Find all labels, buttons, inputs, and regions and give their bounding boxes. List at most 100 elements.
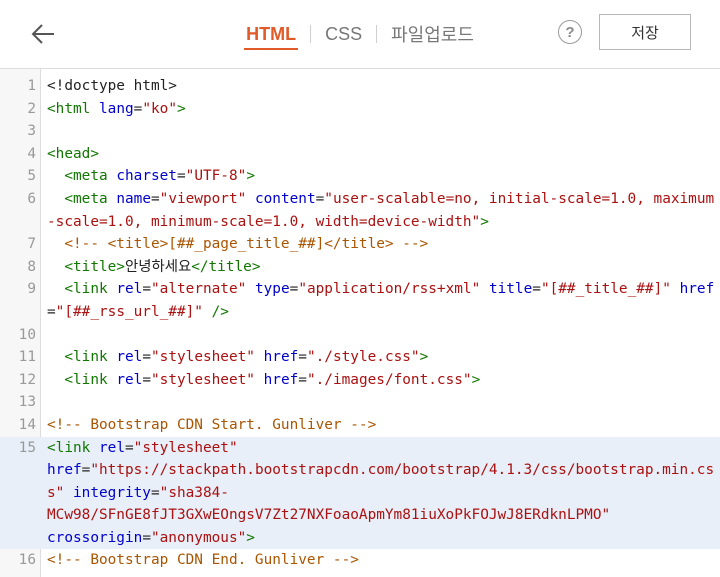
code-token: lang — [99, 100, 134, 117]
code-line[interactable]: 4 <head> — [0, 143, 720, 166]
code-token: = — [532, 281, 541, 298]
code-line[interactable]: 16 <!-- Bootstrap CDN End. Gunliver --> — [0, 549, 720, 572]
line-number: 2 — [27, 100, 36, 117]
line-code: <link rel="stylesheet" href="./images/fo… — [40, 369, 720, 392]
code-line[interactable]: 3​ — [0, 120, 720, 143]
code-token: = — [142, 349, 151, 366]
code-token: = — [315, 190, 325, 207]
code-token: <link — [64, 349, 108, 366]
help-icon[interactable]: ? — [558, 20, 582, 44]
code-token: /> — [211, 303, 229, 320]
code-token: type — [254, 281, 290, 298]
code-token: "viewport" — [159, 190, 247, 207]
line-number: 5 — [27, 168, 36, 185]
code-token: <!-- <title>[##_page_title_##]</title> -… — [64, 236, 429, 253]
tab-divider — [310, 25, 312, 43]
code-line[interactable]: 9 <link rel="alternate" type="applicatio… — [0, 278, 720, 323]
line-code: <meta name="viewport" content="user-scal… — [40, 188, 720, 233]
code-token: > — [471, 371, 481, 388]
code-line[interactable]: 2 <html lang="ko"> — [0, 98, 720, 121]
save-button[interactable]: 저장 — [599, 14, 691, 50]
code-token: = — [150, 190, 160, 207]
tab-html[interactable]: HTML — [244, 0, 299, 68]
code-token: "anonymous" — [150, 529, 247, 546]
code-line[interactable]: 5 <meta charset="UTF-8"> — [0, 165, 720, 188]
line-number: 12 — [18, 371, 36, 388]
code-line[interactable]: 14 <!-- Bootstrap CDN Start. Gunliver --> — [0, 414, 720, 437]
code-token: = — [142, 529, 151, 546]
line-code: <!-- Bootstrap CDN End. Gunliver --> — [40, 549, 720, 572]
code-line[interactable]: 6 <meta name="viewport" content="user-sc… — [0, 188, 720, 233]
line-code: <meta charset="UTF-8"> — [40, 165, 720, 188]
code-line[interactable]: 10​ — [0, 324, 720, 347]
line-number: 3 — [27, 123, 36, 140]
code-lines: 1<!doctype html>2<html lang="ko">3​4<hea… — [0, 75, 720, 572]
top-bar: HTML CSS 파일업로드 ? 저장 — [0, 0, 720, 69]
code-token: > — [246, 529, 255, 546]
code-token: "alternate" — [151, 281, 247, 298]
line-number: 9 — [27, 281, 36, 298]
code-token: charset — [116, 168, 177, 185]
code-token: href — [679, 281, 715, 298]
code-token: <link — [64, 281, 108, 298]
line-code: <html lang="ko"> — [40, 98, 720, 121]
line-number: 11 — [18, 349, 36, 366]
code-token: = — [176, 168, 186, 185]
code-line[interactable]: 8 <title>안녕하세요</title> — [0, 256, 720, 279]
code-token: </title> — [191, 258, 261, 275]
line-code: <!-- Bootstrap CDN Start. Gunliver --> — [40, 414, 720, 437]
code-token: 안녕하세요 — [124, 258, 192, 275]
code-editor[interactable]: 1<!doctype html>2<html lang="ko">3​4<hea… — [0, 69, 720, 577]
code-line[interactable]: 7 <!-- <title>[##_page_title_##]</title>… — [0, 233, 720, 256]
code-token: = — [125, 439, 134, 456]
line-code: <link rel="stylesheet" href="./style.css… — [40, 346, 720, 369]
line-number: 4 — [27, 145, 36, 162]
code-token: <!-- Bootstrap CDN Start. Gunliver --> — [47, 416, 377, 433]
code-token: rel — [99, 439, 125, 456]
line-number: 1 — [27, 78, 36, 94]
line-number: 10 — [18, 326, 36, 343]
code-token: > — [419, 349, 429, 366]
code-token: href — [47, 462, 82, 479]
code-token: <head> — [47, 145, 99, 162]
tab-file-upload[interactable]: 파일업로드 — [389, 0, 476, 68]
code-token: = — [289, 281, 299, 298]
line-code: ​ — [40, 391, 720, 414]
line-code: ​ — [40, 324, 720, 347]
line-code: <title>안녕하세요</title> — [40, 256, 720, 279]
code-token: <link — [64, 371, 108, 388]
line-number: 14 — [18, 416, 36, 433]
code-line[interactable]: 11 <link rel="stylesheet" href="./style.… — [0, 346, 720, 369]
code-token: = — [142, 371, 151, 388]
tab-css[interactable]: CSS — [323, 0, 364, 68]
line-number: 7 — [27, 236, 36, 253]
line-number: 15 — [0, 436, 40, 550]
code-token: "UTF-8" — [185, 168, 247, 185]
line-code: <link rel="stylesheet" href="https://sta… — [40, 436, 720, 550]
code-token: = — [47, 303, 56, 320]
code-token: rel — [116, 281, 143, 298]
code-token: title — [488, 281, 533, 298]
code-line[interactable]: 12 <link rel="stylesheet" href="./images… — [0, 369, 720, 392]
code-line[interactable]: 15 <link rel="stylesheet" href="https://s… — [0, 436, 720, 550]
code-line[interactable]: 13​ — [0, 391, 720, 414]
code-token: > — [480, 213, 489, 230]
code-token: "stylesheet" — [151, 349, 255, 366]
code-token: = — [150, 484, 160, 501]
line-code: <link rel="alternate" type="application/… — [40, 278, 720, 323]
code-line[interactable]: 1 <!doctype html> — [0, 75, 720, 98]
line-code: <!-- <title>[##_page_title_##]</title> -… — [40, 233, 720, 256]
line-number: 8 — [27, 258, 36, 275]
line-number: 16 — [18, 552, 36, 569]
line-code: <!doctype html> — [40, 75, 720, 98]
